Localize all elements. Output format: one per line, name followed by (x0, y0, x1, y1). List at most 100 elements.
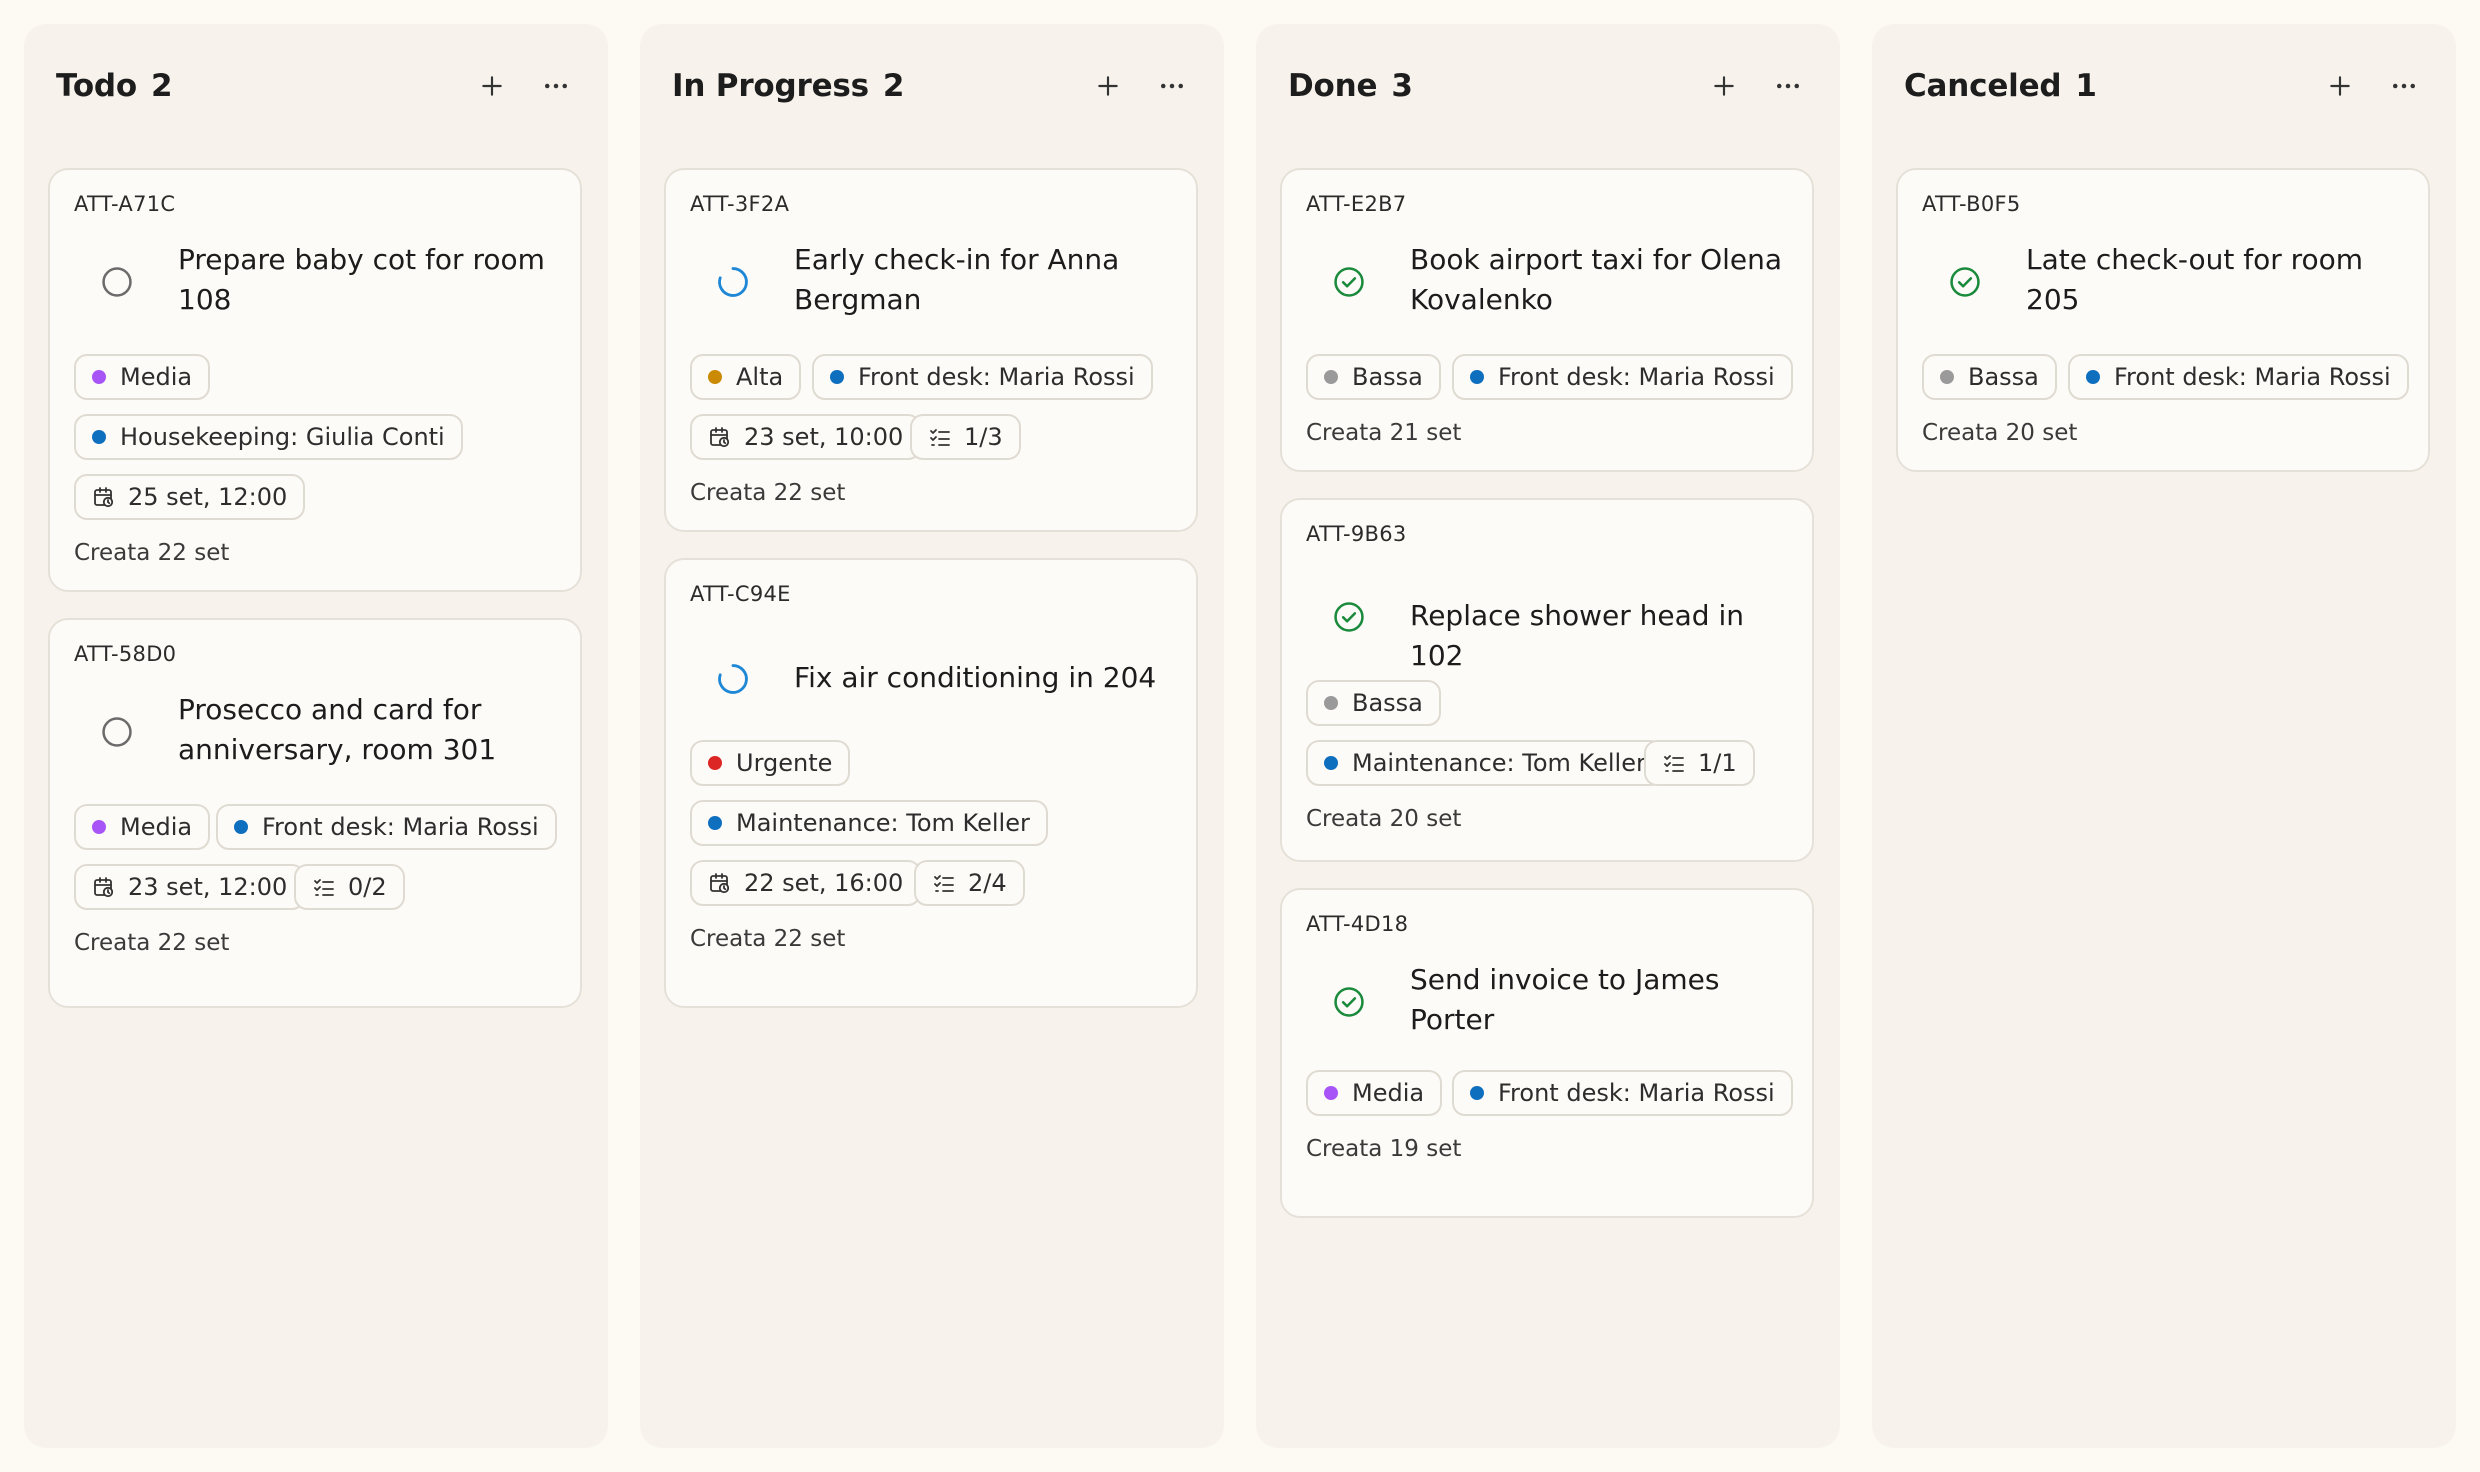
column-header: Canceled 1 (1904, 62, 2432, 110)
task-card[interactable]: ATT-4D18 Send invoice to James Porter Me… (1280, 888, 1814, 1218)
add-card-button[interactable] (1704, 66, 1744, 106)
plus-icon (1098, 76, 1118, 96)
task-card[interactable]: ATT-3F2A Early check-in for Anna Bergman… (664, 168, 1198, 532)
task-title: Fix air conditioning in 204 (794, 661, 1157, 694)
task-card[interactable]: ATT-9B63 Replace shower head in 102 Bass… (1280, 498, 1814, 862)
column-count: 1 (2075, 68, 2097, 104)
more-horizontal-icon (1161, 83, 1183, 89)
add-card-button[interactable] (1088, 66, 1128, 106)
priority-chip[interactable]: Media (74, 354, 211, 400)
add-card-button[interactable] (2320, 66, 2360, 106)
assignee-chip[interactable]: Front desk: Maria Rossi (1452, 354, 1793, 400)
check-circle-icon[interactable] (1330, 598, 1368, 636)
column-title: In Progress 2 (672, 68, 905, 104)
priority-dot (1940, 370, 1954, 384)
column-menu-button[interactable] (1768, 66, 1808, 106)
assignee-chip[interactable]: Housekeeping: Giulia Conti (74, 414, 463, 460)
priority-dot (92, 820, 106, 834)
priority-chip[interactable]: Media (74, 804, 211, 850)
task-card[interactable]: ATT-E2B7 Book airport taxi for Olena Kov… (1280, 168, 1814, 472)
task-card[interactable]: ATT-C94E Fix air conditioning in 204 Urg… (664, 558, 1198, 1008)
assignee-dot (92, 430, 106, 444)
created-date: Creata 20 set (1306, 806, 1462, 832)
task-id: ATT-C94E (690, 582, 791, 606)
priority-chip[interactable]: Alta (690, 354, 802, 400)
progress-spinner-icon[interactable] (714, 263, 752, 301)
due-date-chip[interactable]: 22 set, 16:00 (690, 860, 922, 906)
created-date: Creata 22 set (74, 540, 230, 566)
created-date: Creata 22 set (690, 926, 846, 952)
calendar-clock-icon (94, 877, 114, 898)
assignee-label: Front desk: Maria Rossi (1498, 363, 1775, 391)
task-title: Send invoice to James Porter (1410, 963, 1720, 1036)
plus-icon (1714, 76, 1734, 96)
column-menu-button[interactable] (2384, 66, 2424, 106)
priority-dot (92, 370, 106, 384)
priority-label: Bassa (1968, 363, 2039, 391)
due-date-chip[interactable]: 23 set, 10:00 (690, 414, 922, 460)
checklist-icon (930, 429, 950, 446)
priority-chip[interactable]: Bassa (1306, 354, 1441, 400)
check-circle-icon[interactable] (1330, 263, 1368, 301)
priority-chip[interactable]: Bassa (1306, 680, 1441, 726)
plus-icon (2330, 76, 2350, 96)
progress-spinner-icon[interactable] (714, 660, 752, 698)
add-card-button[interactable] (472, 66, 512, 106)
column-title-label: Todo (56, 68, 138, 104)
column-canceled: Canceled 1 ATT-B0F5 Late check-out for ro… (1872, 24, 2456, 1448)
subtasks-chip[interactable]: 2/4 (914, 860, 1025, 906)
plus-icon (482, 76, 502, 96)
assignee-chip[interactable]: Maintenance: Tom Keller (690, 800, 1048, 846)
task-title: Book airport taxi for Olena Kovalenko (1410, 243, 1783, 316)
task-card[interactable]: ATT-58D0 Prosecco and card for anniversa… (48, 618, 582, 1008)
checklist-icon (1664, 755, 1684, 772)
assignee-label: Front desk: Maria Rossi (2114, 363, 2391, 391)
priority-label: Urgente (736, 749, 833, 777)
more-horizontal-icon (2393, 83, 2415, 89)
assignee-chip[interactable]: Front desk: Maria Rossi (2068, 354, 2409, 400)
subtasks-label: 1/3 (964, 423, 1003, 451)
column-in-progress: In Progress 2 ATT-3F2A Early check-in for… (640, 24, 1224, 1448)
priority-label: Bassa (1352, 363, 1423, 391)
subtasks-chip[interactable]: 0/2 (294, 864, 405, 910)
calendar-clock-icon (710, 427, 730, 448)
due-date-label: 25 set, 12:00 (128, 483, 288, 511)
check-circle-icon[interactable] (1330, 983, 1368, 1021)
priority-chip[interactable]: Bassa (1922, 354, 2057, 400)
check-circle-icon[interactable] (1946, 263, 1984, 301)
assignee-dot (1324, 756, 1338, 770)
assignee-chip[interactable]: Front desk: Maria Rossi (812, 354, 1153, 400)
task-card[interactable]: ATT-B0F5 Late check-out for room 205 Bas… (1896, 168, 2430, 472)
task-id: ATT-A71C (74, 192, 176, 216)
due-date-chip[interactable]: 23 set, 12:00 (74, 864, 306, 910)
circle-icon[interactable] (98, 713, 136, 751)
priority-chip[interactable]: Urgente (690, 740, 851, 786)
due-date-chip[interactable]: 25 set, 12:00 (74, 474, 306, 520)
calendar-clock-icon (710, 873, 730, 894)
column-menu-button[interactable] (1152, 66, 1192, 106)
task-title: Early check-in for Anna Bergman (794, 243, 1120, 316)
assignee-chip[interactable]: Front desk: Maria Rossi (216, 804, 557, 850)
created-date: Creata 21 set (1306, 420, 1462, 446)
priority-dot (1324, 1086, 1338, 1100)
due-date-label: 22 set, 16:00 (744, 869, 904, 897)
assignee-chip[interactable]: Front desk: Maria Rossi (1452, 1070, 1793, 1116)
subtasks-chip[interactable]: 1/1 (1644, 740, 1755, 786)
task-id: ATT-9B63 (1306, 522, 1407, 546)
assignee-label: Maintenance: Tom Keller (1352, 749, 1646, 777)
task-card[interactable]: ATT-A71C Prepare baby cot for room 108 M… (48, 168, 582, 592)
created-date: Creata 22 set (690, 480, 846, 506)
assignee-label: Front desk: Maria Rossi (262, 813, 539, 841)
task-id: ATT-B0F5 (1922, 192, 2021, 216)
priority-chip[interactable]: Media (1306, 1070, 1443, 1116)
circle-icon[interactable] (98, 263, 136, 301)
column-title: Todo 2 (56, 68, 173, 104)
task-id: ATT-4D18 (1306, 912, 1409, 936)
subtasks-chip[interactable]: 1/3 (910, 414, 1021, 460)
assignee-chip[interactable]: Maintenance: Tom Keller (1306, 740, 1664, 786)
priority-dot (708, 370, 722, 384)
task-id: ATT-3F2A (690, 192, 790, 216)
column-menu-button[interactable] (536, 66, 576, 106)
priority-label: Media (120, 363, 193, 391)
column-title-label: Canceled (1904, 68, 2062, 104)
